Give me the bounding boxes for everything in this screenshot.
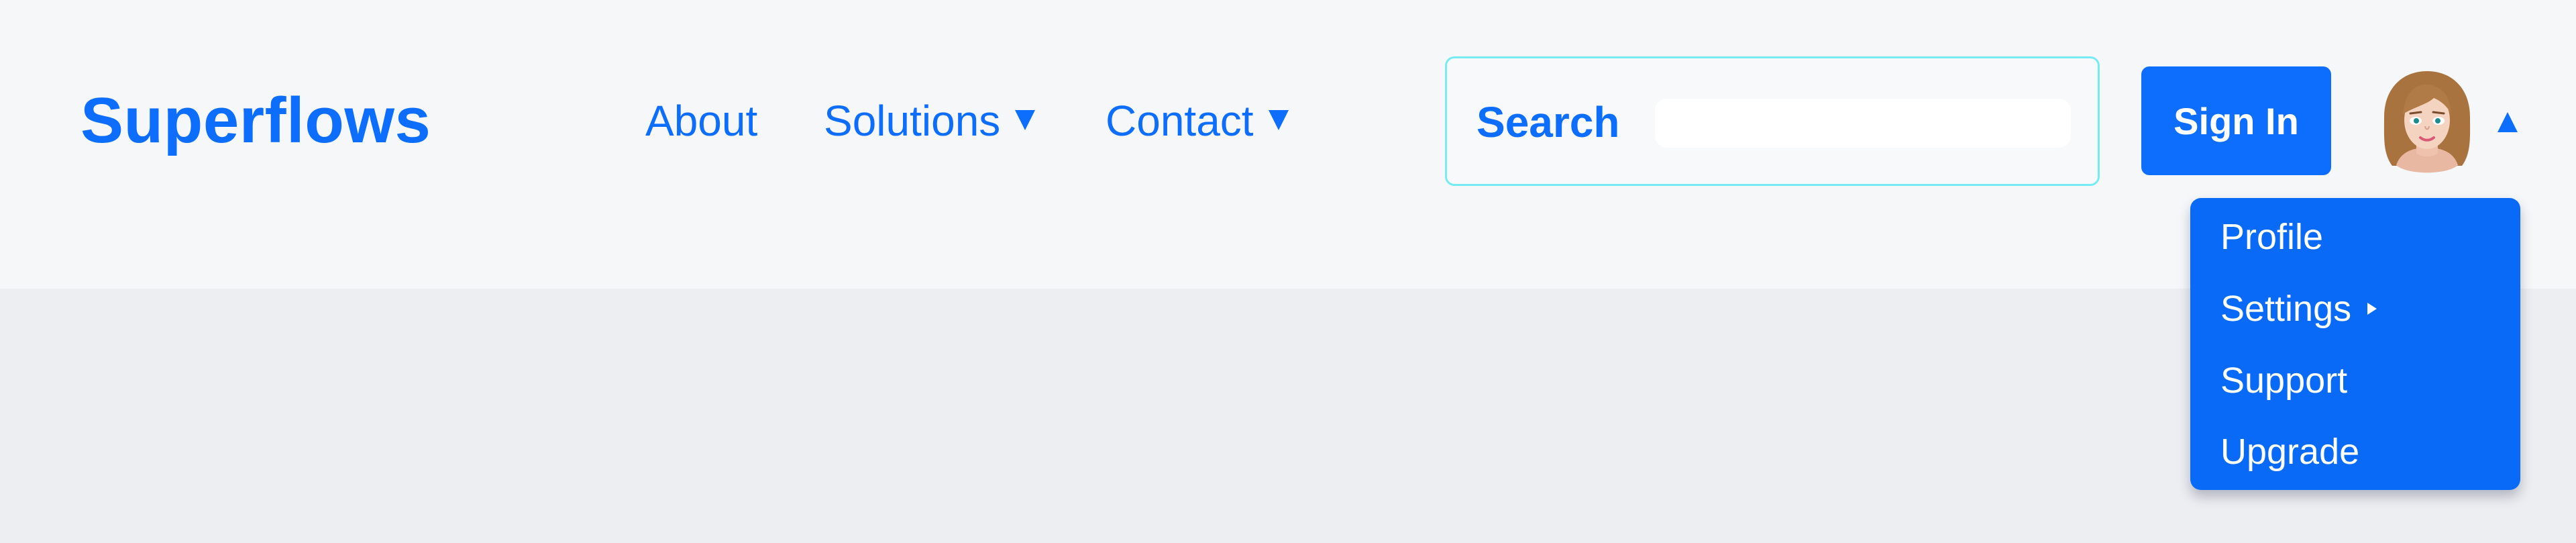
nav-about-label: About bbox=[645, 97, 758, 145]
menu-item-profile-label: Profile bbox=[2220, 217, 2324, 257]
search-input[interactable] bbox=[1655, 99, 2071, 148]
nav-about[interactable]: About bbox=[645, 87, 757, 154]
caret-down-icon bbox=[1268, 110, 1289, 131]
caret-up-icon[interactable] bbox=[2498, 112, 2518, 132]
user-avatar[interactable] bbox=[2377, 64, 2477, 177]
sign-in-button[interactable]: Sign In bbox=[2141, 66, 2331, 175]
menu-item-settings-label: Settings bbox=[2220, 289, 2352, 329]
page-body bbox=[0, 289, 2576, 543]
avatar-illustration bbox=[2383, 71, 2471, 173]
menu-item-upgrade-label: Upgrade bbox=[2220, 432, 2360, 472]
nav-solutions[interactable]: Solutions bbox=[824, 87, 1036, 154]
search-container: Search bbox=[1445, 56, 2100, 186]
search-label: Search bbox=[1477, 98, 1620, 146]
caret-down-icon bbox=[1015, 110, 1036, 131]
caret-right-icon bbox=[2367, 302, 2377, 315]
menu-item-support[interactable]: Support bbox=[2220, 350, 2347, 411]
nav-contact-label: Contact bbox=[1106, 97, 1254, 145]
nav-solutions-label: Solutions bbox=[824, 97, 1001, 145]
header: Superflows About Solutions Contact Searc… bbox=[0, 0, 2576, 289]
menu-item-upgrade[interactable]: Upgrade bbox=[2220, 422, 2359, 482]
menu-item-profile[interactable]: Profile bbox=[2220, 207, 2323, 267]
nav-contact[interactable]: Contact bbox=[1106, 87, 1289, 154]
brand-logo[interactable]: Superflows bbox=[80, 81, 431, 161]
menu-item-settings[interactable]: Settings bbox=[2220, 279, 2377, 339]
menu-item-support-label: Support bbox=[2220, 360, 2348, 401]
user-dropdown-menu: Profile Settings Support Upgrade bbox=[2190, 198, 2520, 490]
